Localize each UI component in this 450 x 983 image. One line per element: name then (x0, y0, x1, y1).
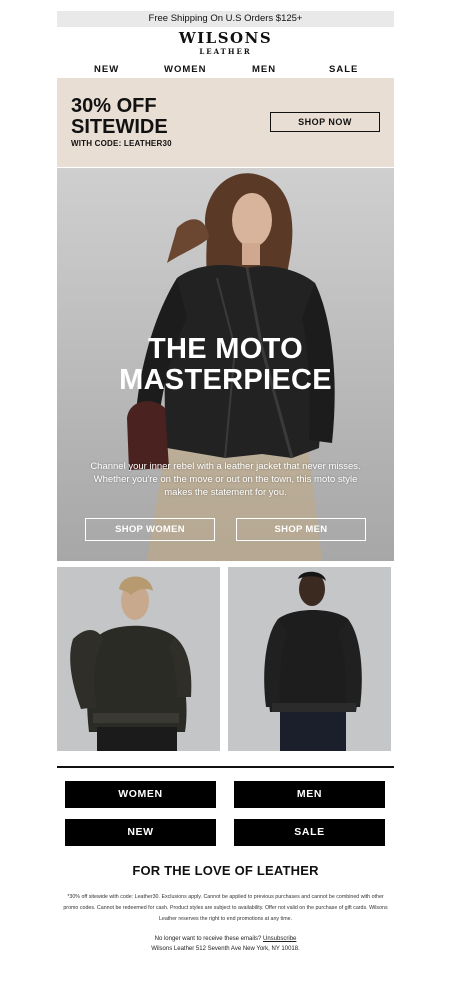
section-divider (57, 766, 394, 768)
men-model-illustration (228, 567, 391, 751)
sale-headline-percent: 30% OFF (71, 95, 157, 117)
logo-subtitle: LEATHER (199, 47, 252, 56)
free-shipping-text: Free Shipping On U.S Orders $125+ (148, 13, 303, 24)
shop-men-button[interactable]: SHOP MEN (236, 518, 366, 541)
nav-item-women[interactable]: WOMEN (164, 63, 206, 77)
category-men-button[interactable]: MEN (234, 781, 385, 808)
shop-women-button[interactable]: SHOP WOMEN (85, 518, 215, 541)
sale-banner[interactable]: 30% OFF SITEWIDE WITH CODE: LEATHER30 SH… (57, 78, 394, 167)
men-jacket-photo[interactable] (228, 567, 391, 751)
unsubscribe-prefix: No longer want to receive these emails? (154, 936, 262, 942)
nav-item-sale[interactable]: SALE (329, 63, 358, 77)
women-model-illustration (57, 567, 220, 751)
hero-title-line2: MASTERPIECE (119, 364, 332, 396)
hero-copy: Channel your inner rebel with a leather … (90, 461, 361, 498)
unsubscribe-link[interactable]: Unsubscribe (263, 936, 296, 942)
legal-disclaimer: *30% off sitewide with code: Leather30. … (63, 894, 388, 922)
free-shipping-bar: Free Shipping On U.S Orders $125+ (57, 11, 394, 27)
nav-item-men[interactable]: MEN (252, 63, 276, 77)
women-jacket-photo[interactable] (57, 567, 220, 751)
category-women-button[interactable]: WOMEN (65, 781, 216, 808)
top-nav: NEW WOMEN MEN SALE (57, 63, 394, 77)
hero-title-line1: THE MOTO (148, 333, 303, 365)
brand-tagline: FOR THE LOVE OF LEATHER (132, 863, 319, 878)
logo-wordmark: WILSONS (178, 29, 273, 47)
category-sale-button[interactable]: SALE (234, 819, 385, 846)
sale-headline-sitewide: SITEWIDE (71, 116, 168, 138)
category-new-button[interactable]: NEW (65, 819, 216, 846)
hero-banner[interactable]: THE MOTO MASTERPIECE Channel your inner … (57, 168, 394, 561)
unsubscribe-block: No longer want to receive these emails? … (57, 934, 394, 954)
sale-promo-code: WITH CODE: LEATHER30 (71, 139, 172, 148)
shop-now-button[interactable]: SHOP NOW (270, 112, 380, 132)
wilsons-leather-logo[interactable]: WILSONS LEATHER (57, 30, 394, 58)
company-address: Wilsons Leather 512 Seventh Ave New York… (151, 946, 300, 952)
nav-item-new[interactable]: NEW (94, 63, 119, 77)
